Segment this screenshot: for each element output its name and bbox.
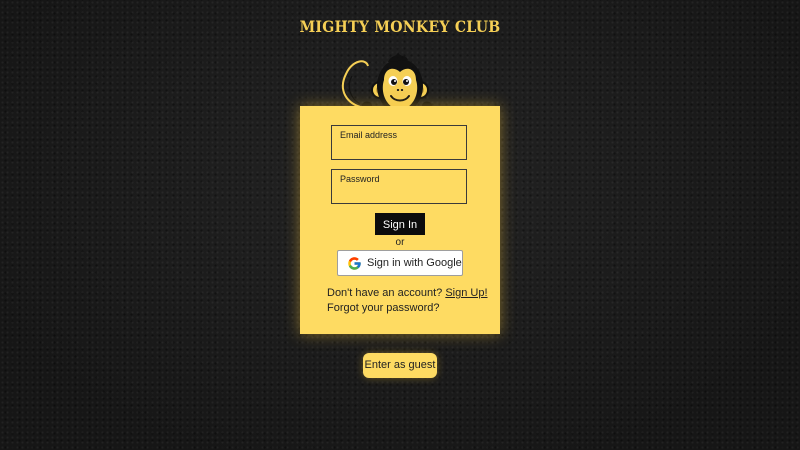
email-input[interactable]: [339, 142, 459, 156]
sign-up-link[interactable]: Sign Up!: [445, 287, 487, 299]
sign-in-button[interactable]: Sign In: [375, 213, 425, 235]
or-divider-text: or: [395, 237, 405, 248]
email-field[interactable]: Email address: [331, 125, 467, 160]
no-account-text: Don't have an account?: [327, 287, 443, 299]
app-title: MIGHTY MONKEY CLUB: [299, 17, 501, 36]
password-field[interactable]: Password: [331, 169, 467, 204]
login-card: Email address Password Sign In or Sign i…: [300, 106, 500, 334]
forgot-password-link[interactable]: Forgot your password?: [327, 302, 440, 314]
password-input[interactable]: [339, 186, 459, 200]
password-label: Password: [340, 174, 380, 184]
google-sign-in-label: Sign in with Google: [367, 257, 462, 269]
signup-prompt: Don't have an account? Sign Up!: [327, 287, 488, 299]
email-label: Email address: [340, 130, 398, 140]
enter-as-guest-button[interactable]: Enter as guest: [363, 353, 437, 378]
google-g-icon: [348, 257, 361, 270]
google-sign-in-button[interactable]: Sign in with Google: [337, 250, 463, 276]
